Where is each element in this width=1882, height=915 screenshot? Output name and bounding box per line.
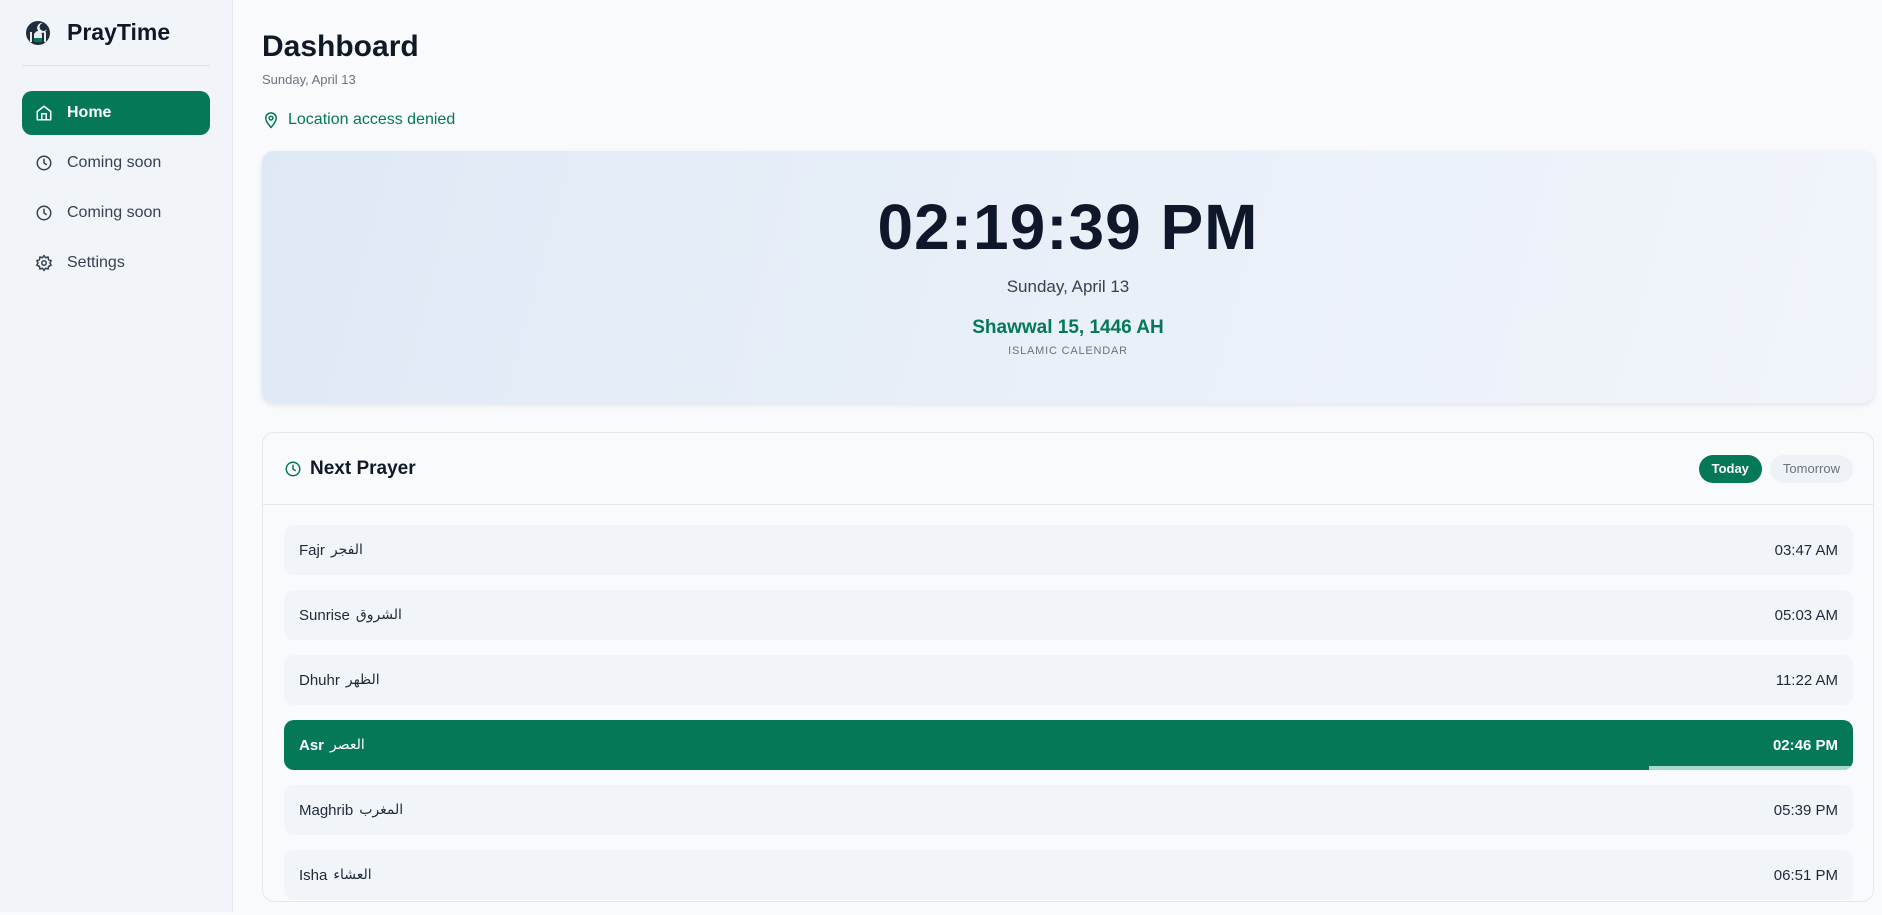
sidebar-nav: Home Coming soon Coming soon Settings <box>22 91 210 285</box>
current-time: 02:19:39 PM <box>877 191 1259 263</box>
hijri-label: ISLAMIC CALENDAR <box>1008 345 1128 357</box>
prayer-row-dhuhr[interactable]: Dhuhr الظهر 11:22 AM <box>284 655 1853 705</box>
prayer-name-arabic: العصر <box>330 736 365 753</box>
prayer-progress-bar <box>1649 766 1853 770</box>
current-date: Sunday, April 13 <box>1006 277 1130 296</box>
today-button[interactable]: Today <box>1698 454 1762 483</box>
prayer-time: 02:46 PM <box>1772 736 1838 754</box>
prayer-times-card: Next Prayer Today Tomorrow Fajr الفجر 03… <box>262 432 1874 902</box>
page-date: Sunday, April 13 <box>262 72 356 87</box>
prayer-name-arabic: الفجر <box>330 541 363 558</box>
day-toggle: Today Tomorrow <box>1698 454 1853 483</box>
sidebar-item-home[interactable]: Home <box>22 91 210 135</box>
clock-card: 02:19:39 PM Sunday, April 13 Shawwal 15,… <box>262 151 1874 403</box>
app-name: PrayTime <box>67 19 171 45</box>
prayer-row-isha[interactable]: Isha العشاء 06:51 PM <box>284 850 1853 900</box>
clock-icon <box>36 155 52 171</box>
gear-icon <box>36 254 52 272</box>
hijri-date: Shawwal 15, 1446 AH <box>972 317 1164 338</box>
prayer-card-title: Next Prayer <box>310 457 416 479</box>
prayer-name: Fajr <box>299 541 325 559</box>
sidebar-item-label: Settings <box>67 254 125 271</box>
prayer-name-group: Isha العشاء <box>299 867 372 884</box>
prayer-time: 03:47 AM <box>1774 541 1838 559</box>
prayer-list: Fajr الفجر 03:47 AM Sunrise الشروق 05:03… <box>263 505 1873 900</box>
prayer-row-maghrib[interactable]: Maghrib المغرب 05:39 PM <box>284 785 1853 835</box>
prayer-card-title-group: Next Prayer <box>284 458 416 480</box>
prayer-name-group: Dhuhr الظهر <box>299 672 380 689</box>
prayer-row-fajr[interactable]: Fajr الفجر 03:47 AM <box>284 525 1853 575</box>
app-root: PrayTime Home Coming soon Coming soon Se… <box>0 0 1882 912</box>
prayer-name-arabic: الشروق <box>355 606 402 623</box>
clock-icon <box>285 461 301 476</box>
prayer-name-group: Maghrib المغرب <box>299 802 403 819</box>
prayer-name: Asr <box>299 736 325 754</box>
prayer-name-arabic: الظهر <box>345 671 380 688</box>
prayer-card-header: Next Prayer Today Tomorrow <box>263 433 1873 505</box>
sidebar-item-coming-soon-2[interactable]: Coming soon <box>22 191 210 235</box>
home-icon <box>36 105 52 121</box>
sidebar-item-label: Coming soon <box>67 204 162 221</box>
clock-icon <box>36 205 52 221</box>
sidebar: PrayTime Home Coming soon Coming soon Se… <box>0 0 233 912</box>
sidebar-item-label: Home <box>67 104 112 121</box>
map-pin-icon <box>265 112 277 129</box>
prayer-name-group: Asr العصر <box>299 737 365 754</box>
sidebar-item-label: Coming soon <box>67 154 162 171</box>
mosque-logo-icon <box>26 20 50 45</box>
prayer-name-group: Fajr الفجر <box>299 542 363 559</box>
prayer-name: Isha <box>299 866 328 884</box>
prayer-name: Sunrise <box>299 606 350 624</box>
prayer-name: Dhuhr <box>299 671 340 689</box>
prayer-name-group: Sunrise الشروق <box>299 607 402 624</box>
location-status-text: Location access denied <box>288 111 456 128</box>
sidebar-item-coming-soon-1[interactable]: Coming soon <box>22 141 210 185</box>
prayer-time: 06:51 PM <box>1773 866 1838 884</box>
page-title: Dashboard <box>262 30 419 63</box>
prayer-name-arabic: المغرب <box>359 801 404 818</box>
sidebar-item-settings[interactable]: Settings <box>22 241 210 285</box>
brand[interactable]: PrayTime <box>22 0 210 66</box>
tomorrow-button[interactable]: Tomorrow <box>1769 454 1853 483</box>
main-content: Dashboard Sunday, April 13 Location acce… <box>233 0 1882 912</box>
prayer-time: 05:03 AM <box>1774 606 1838 624</box>
prayer-name-arabic: العشاء <box>333 866 372 883</box>
prayer-time: 05:39 PM <box>1773 801 1838 819</box>
prayer-time: 11:22 AM <box>1775 671 1838 689</box>
location-status[interactable]: Location access denied <box>262 111 1874 129</box>
prayer-name: Maghrib <box>299 801 354 819</box>
prayer-row-sunrise[interactable]: Sunrise الشروق 05:03 AM <box>284 590 1853 640</box>
prayer-row-asr[interactable]: Asr العصر 02:46 PM <box>284 720 1853 770</box>
